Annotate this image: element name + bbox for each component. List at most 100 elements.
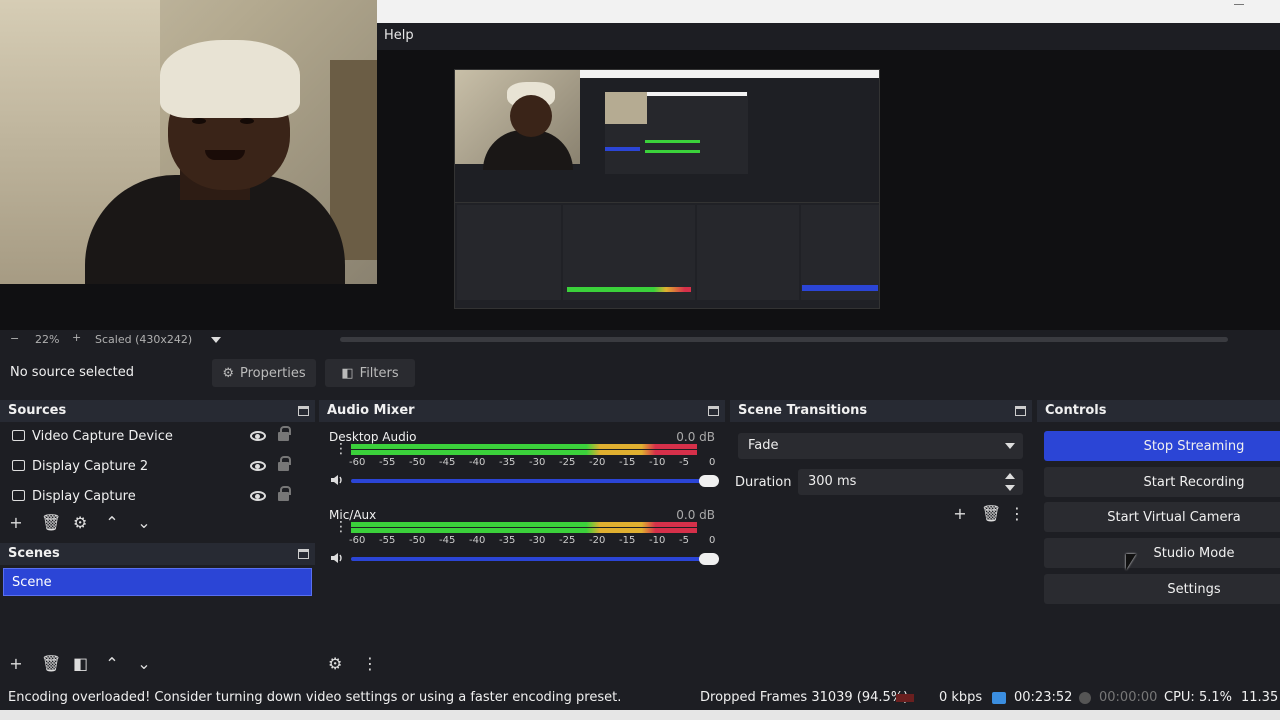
volume-slider[interactable]	[351, 553, 719, 565]
chevron-down-icon[interactable]: ⌄	[137, 654, 151, 673]
gear-icon[interactable]: ⚙	[328, 654, 342, 673]
status-bar: Encoding overloaded! Consider turning do…	[0, 686, 1280, 710]
meter-tick-label: 0	[709, 535, 716, 546]
zoom-level: 22%	[35, 333, 60, 346]
eye-icon[interactable]	[250, 461, 266, 471]
scenes-title: Scenes	[8, 546, 60, 561]
properties-button[interactable]: ⚙ Properties	[212, 359, 316, 387]
fps: 11.35 /	[1241, 690, 1280, 705]
chevron-down-icon[interactable]: ⌄	[137, 513, 151, 532]
menu-help[interactable]: Help	[384, 28, 414, 43]
meter-tick-label: -25	[559, 457, 576, 468]
record-icon	[1079, 692, 1091, 704]
channel-db: 0.0 dB	[676, 508, 715, 522]
sources-toolbar: + 🗑 ⚙ ⌃ ⌄	[0, 510, 151, 534]
speaker-icon[interactable]	[330, 552, 344, 564]
source-item[interactable]: Video Capture Device	[0, 422, 315, 452]
minimize-icon[interactable]	[1234, 4, 1244, 5]
no-source-label: No source selected	[10, 365, 134, 380]
cpu-usage: CPU: 5.1%	[1164, 690, 1232, 705]
preview-canvas[interactable]	[454, 69, 880, 309]
start-recording-button[interactable]: Start Recording	[1044, 467, 1280, 497]
meter-tick-label: 0	[709, 457, 716, 468]
audio-mixer-title: Audio Mixer	[327, 403, 415, 418]
stream-icon	[992, 692, 1006, 704]
horizontal-scrollbar[interactable]	[340, 337, 1228, 342]
float-dock-icon[interactable]	[708, 406, 719, 416]
lock-icon[interactable]	[278, 486, 291, 501]
more-icon[interactable]: ⋮	[334, 442, 348, 456]
scene-transitions-title: Scene Transitions	[738, 403, 868, 418]
meter-tick-label: -25	[559, 535, 576, 546]
speaker-icon[interactable]	[330, 474, 344, 486]
channel-db: 0.0 dB	[676, 430, 715, 444]
trash-icon[interactable]: 🗑	[41, 513, 61, 532]
mixer-toolbar: ⚙ ⋮	[319, 651, 378, 675]
chevron-down-icon	[1005, 443, 1015, 449]
slider-knob[interactable]	[699, 553, 719, 565]
transition-select[interactable]: Fade	[738, 433, 1023, 459]
meter-tick-label: -30	[529, 457, 546, 468]
meter-tick-label: -40	[469, 535, 486, 546]
meter-tick-label: -15	[619, 535, 636, 546]
meter-tick-label: -55	[379, 457, 396, 468]
scenes-dock: Scenes Scene + 🗑 ◧ ⌃ ⌄	[0, 543, 315, 678]
zoom-bar: − 22% + Scaled (430x242)	[0, 330, 1280, 350]
studio-mode-button[interactable]: Studio Mode	[1044, 538, 1280, 568]
record-time: 00:00:00	[1099, 690, 1158, 705]
float-dock-icon[interactable]	[298, 549, 309, 559]
filter-icon: ◧	[341, 365, 354, 381]
start-virtual-camera-button[interactable]: Start Virtual Camera	[1044, 502, 1280, 532]
scene-item[interactable]: Scene	[3, 568, 312, 596]
gear-icon[interactable]: ⚙	[73, 513, 87, 532]
mouse-cursor-icon	[1126, 554, 1136, 570]
meter-tick-label: -50	[409, 457, 426, 468]
float-dock-icon[interactable]	[1015, 406, 1026, 416]
more-icon[interactable]: ⋮	[334, 520, 348, 534]
trash-icon[interactable]: 🗑	[41, 654, 61, 673]
volume-meter	[351, 444, 715, 455]
zoom-out-button[interactable]: −	[10, 332, 19, 345]
add-icon[interactable]: +	[9, 513, 23, 532]
meter-tick-label: -50	[409, 535, 426, 546]
meter-tick-label: -5	[679, 535, 689, 546]
more-icon[interactable]: ⋮	[362, 654, 378, 673]
add-icon[interactable]: +	[953, 504, 967, 523]
settings-button[interactable]: Settings	[1044, 574, 1280, 604]
stop-streaming-button[interactable]: Stop Streaming	[1044, 431, 1280, 461]
lock-icon[interactable]	[278, 426, 291, 441]
source-item[interactable]: Display Capture	[0, 482, 315, 504]
volume-slider[interactable]	[351, 475, 719, 487]
chevron-down-icon[interactable]	[1005, 485, 1015, 491]
zoom-in-button[interactable]: +	[72, 331, 81, 344]
more-icon[interactable]: ⋮	[1009, 504, 1025, 523]
meter-tick-label: -60	[349, 535, 366, 546]
duration-input[interactable]: 300 ms	[798, 469, 1023, 495]
source-item[interactable]: Display Capture 2	[0, 452, 315, 482]
filter-icon[interactable]: ◧	[73, 654, 88, 673]
float-dock-icon[interactable]	[298, 406, 309, 416]
chevron-down-icon[interactable]	[211, 337, 221, 343]
chevron-up-icon[interactable]: ⌃	[105, 513, 119, 532]
eye-icon[interactable]	[250, 431, 266, 441]
controls-title: Controls	[1045, 403, 1107, 418]
duration-label: Duration	[735, 475, 792, 490]
meter-tick-label: -20	[589, 535, 606, 546]
scale-mode-label[interactable]: Scaled (430x242)	[95, 333, 192, 346]
add-icon[interactable]: +	[9, 654, 23, 673]
source-toolbar: No source selected ⚙ Properties ◧ Filters	[0, 355, 1280, 391]
chevron-up-icon[interactable]	[1005, 473, 1015, 479]
trash-icon[interactable]: 🗑	[981, 504, 1001, 523]
chevron-up-icon[interactable]: ⌃	[105, 654, 119, 673]
meter-tick-label: -10	[649, 535, 666, 546]
audio-mixer-dock: Audio Mixer Desktop Audio 0.0 dB ⋮ -60 -5…	[319, 400, 725, 678]
eye-icon[interactable]	[250, 491, 266, 501]
bitrate: 0 kbps	[939, 690, 983, 705]
filters-button[interactable]: ◧ Filters	[325, 359, 415, 387]
slider-knob[interactable]	[699, 475, 719, 487]
meter-tick-label: -5	[679, 457, 689, 468]
transitions-toolbar: + 🗑 ⋮	[944, 501, 1025, 525]
camera-icon	[12, 430, 25, 441]
webcam-overlay	[0, 0, 377, 284]
lock-icon[interactable]	[278, 456, 291, 471]
